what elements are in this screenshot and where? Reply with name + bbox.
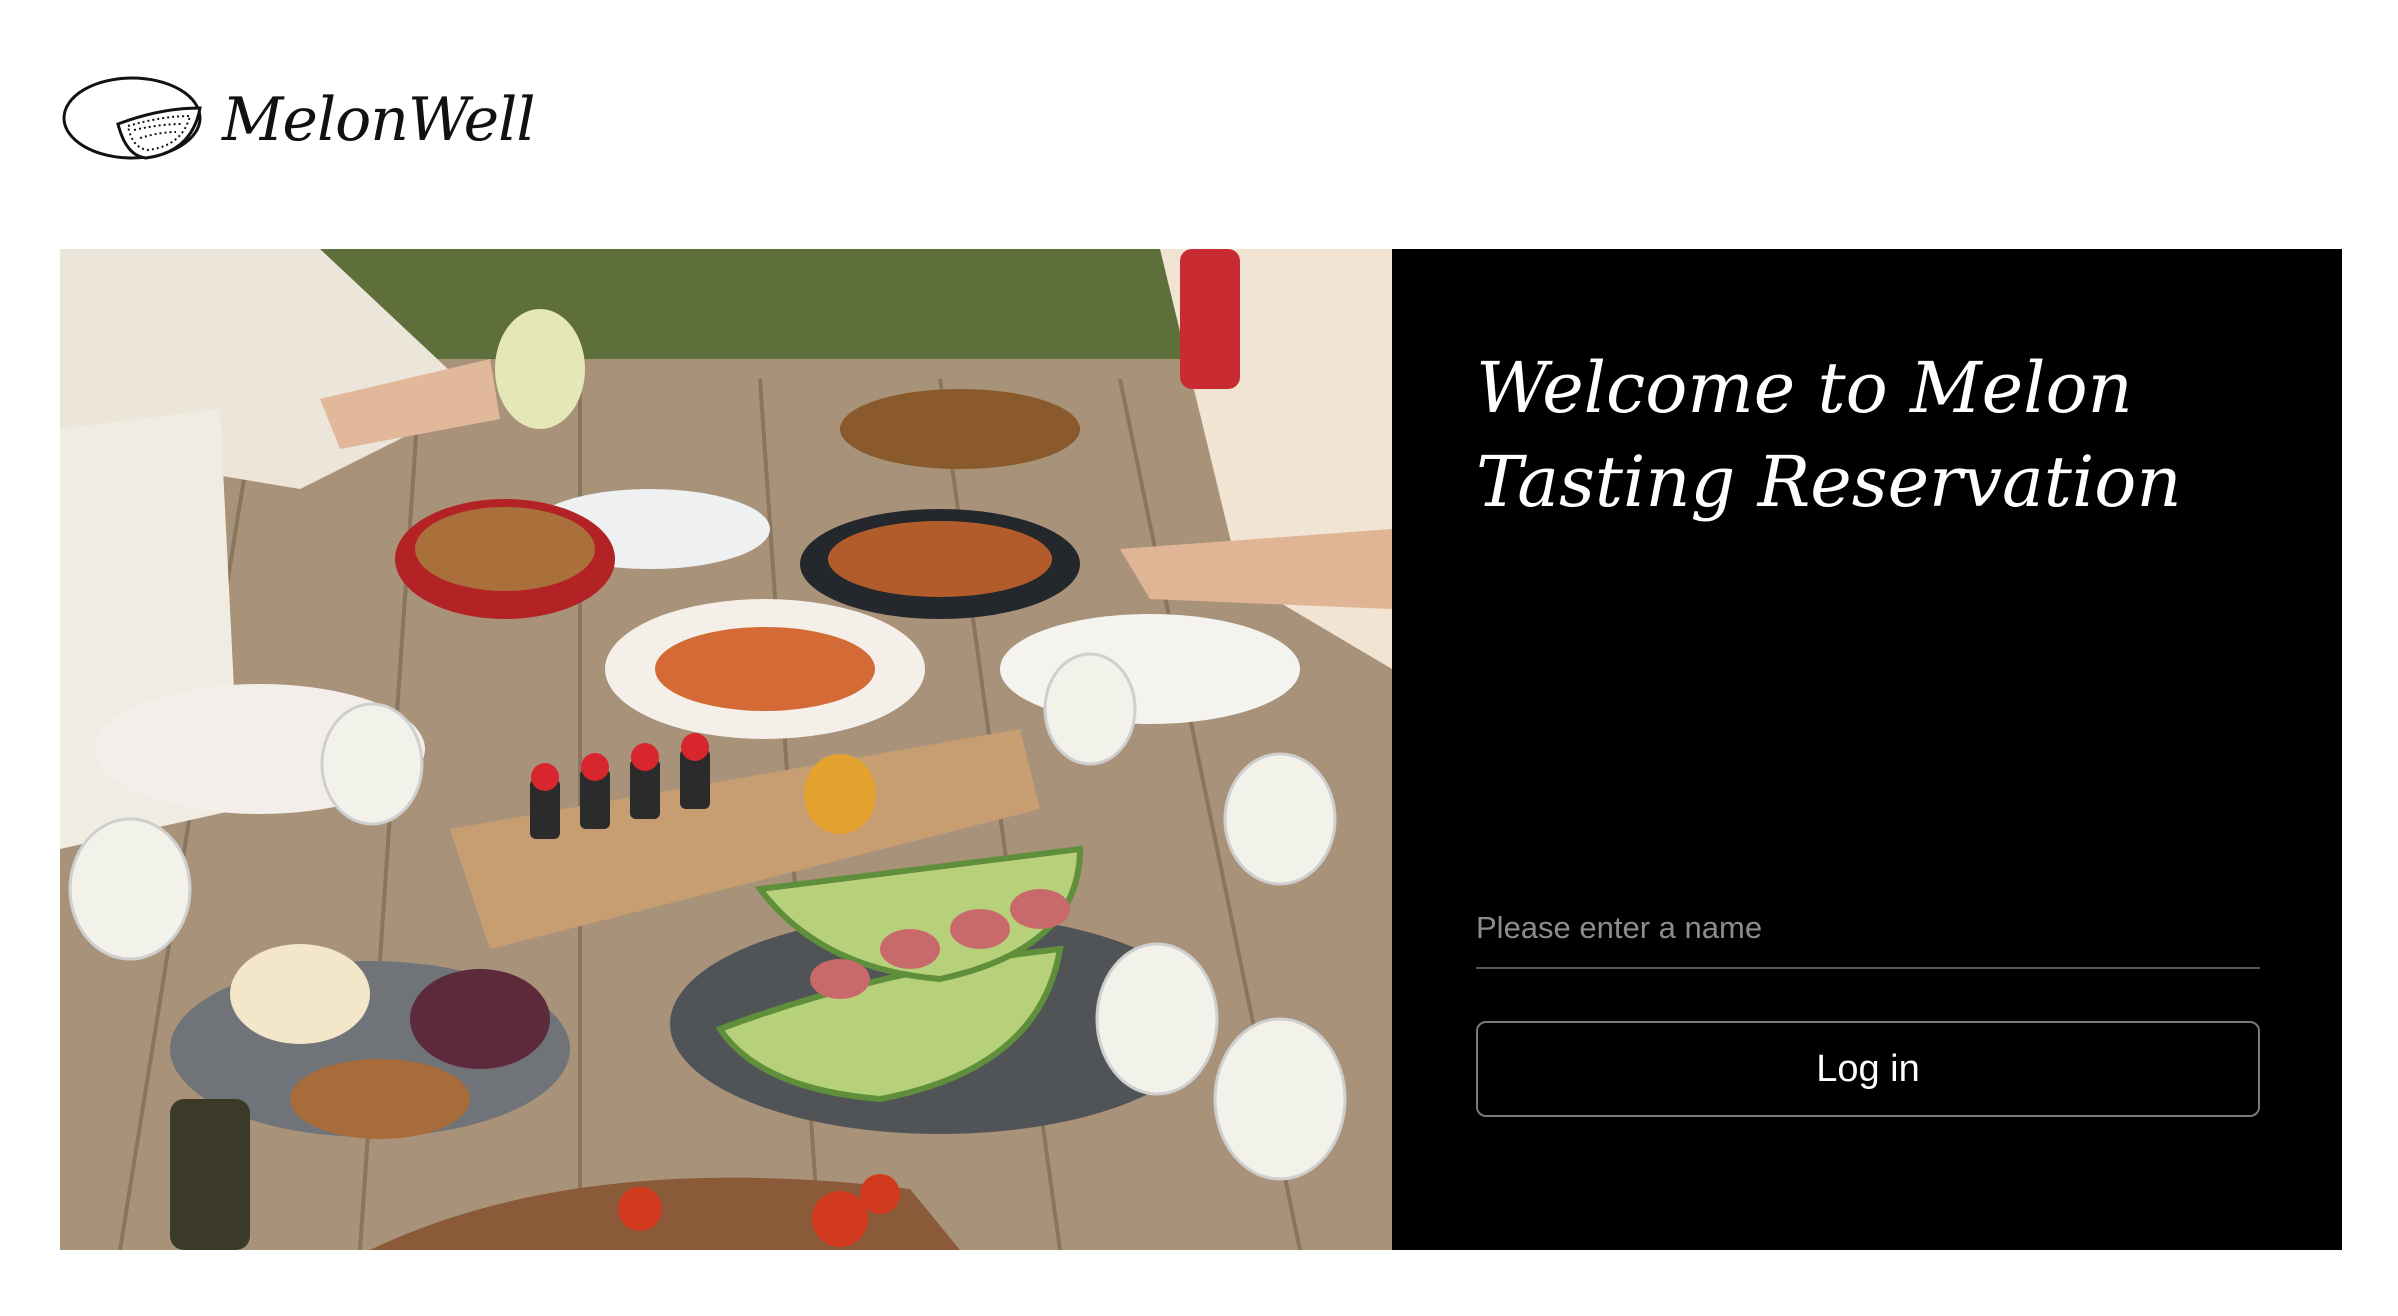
name-input[interactable]: [1476, 889, 2260, 969]
site-header: MelonWell: [60, 70, 536, 170]
picnic-table-photo: [60, 249, 1392, 1250]
login-panel: Welcome to Melon Tasting Reservation Log…: [1392, 249, 2342, 1250]
welcome-title: Welcome to Melon Tasting Reservation: [1476, 347, 2182, 523]
reservation-card: Welcome to Melon Tasting Reservation Log…: [60, 249, 2342, 1250]
login-button[interactable]: Log in: [1476, 1021, 2260, 1117]
brand-name: MelonWell: [222, 85, 536, 155]
melon-slice-icon: [62, 76, 202, 160]
hero-photo: [60, 249, 1392, 1250]
